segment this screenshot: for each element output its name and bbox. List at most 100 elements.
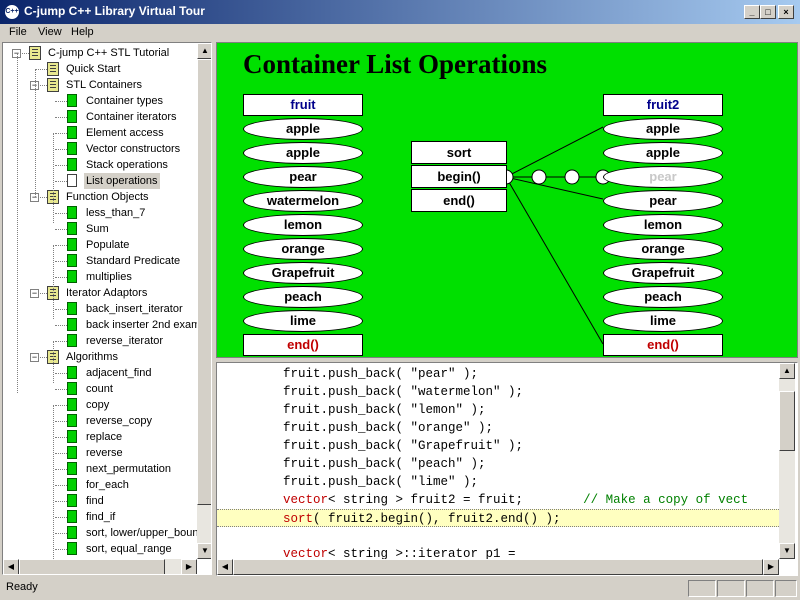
scroll-up-button[interactable]: ▲ (197, 43, 211, 59)
tree-connector (55, 229, 67, 230)
tree-vertical-scrollbar[interactable]: ▲ ▼ (197, 43, 211, 559)
close-button[interactable]: × (778, 5, 794, 19)
tree-connector (55, 501, 67, 502)
status-bar: Ready (0, 578, 800, 600)
page-icon (67, 142, 77, 155)
scroll-thumb[interactable] (197, 59, 211, 505)
scroll-right-button[interactable]: ▶ (763, 559, 779, 575)
tree-item-label: C-jump C++ STL Tutorial (48, 47, 170, 59)
tree-item-element-access[interactable]: Element access (3, 125, 197, 141)
tree-item-algorithms[interactable]: − Algorithms (3, 349, 197, 365)
tree-item-for-each[interactable]: for_each (3, 477, 197, 493)
tree-item-adjacent-find[interactable]: adjacent_find (3, 365, 197, 381)
code-horizontal-scrollbar[interactable]: ◀ ▶ (217, 559, 779, 575)
tree-item-populate[interactable]: Populate (3, 237, 197, 253)
minimize-button[interactable]: _ (744, 5, 760, 19)
tree-connector (55, 165, 67, 166)
tree-item-sort-equal-range[interactable]: sort, equal_range (3, 541, 197, 557)
tree-item-find-if[interactable]: find_if (3, 509, 197, 525)
tree-item-label: multiplies (86, 271, 132, 283)
menu-help[interactable]: Help (71, 26, 94, 38)
page-icon (67, 510, 77, 523)
tree-connector (55, 437, 67, 438)
tree-item-function-objects[interactable]: − Function Objects (3, 189, 197, 205)
tree-item-multiplies[interactable]: multiplies (3, 269, 197, 285)
tree-item-find[interactable]: find (3, 493, 197, 509)
begin-operation[interactable]: begin() (411, 165, 507, 188)
page-icon (67, 126, 77, 139)
tree-item-list-operations[interactable]: List operations (3, 173, 197, 189)
tree-item-reverse[interactable]: reverse (3, 445, 197, 461)
tree-item-label: less_than_7 (86, 207, 146, 219)
code-panel: fruit.push_back( "pear" ); fruit.push_bac… (216, 362, 798, 576)
tree-item-sum[interactable]: Sum (3, 221, 197, 237)
page-icon (67, 334, 77, 347)
tree-item-replace[interactable]: replace (3, 429, 197, 445)
code-line: fruit.push_back( "watermelon" ); (217, 383, 779, 401)
code-keyword: vector (283, 493, 329, 507)
maximize-button[interactable]: □ (760, 5, 776, 19)
collapse-icon[interactable]: − (30, 353, 39, 362)
code-line: vector< string > fruit2 = fruit; // Make… (217, 491, 779, 509)
code-keyword: vector (283, 547, 329, 559)
tree-item-label: count (86, 383, 113, 395)
tree-item-back-insert-iterator[interactable]: back_insert_iterator (3, 301, 197, 317)
tree-item-label: STL Containers (66, 79, 143, 91)
app-icon[interactable]: C++ (4, 4, 20, 20)
tree-item-c-jump-c-stl-tutorial[interactable]: − C-jump C++ STL Tutorial (3, 45, 197, 61)
tree-horizontal-scrollbar[interactable]: ◀ ▶ (3, 559, 197, 574)
tree-item-less-than-7[interactable]: less_than_7 (3, 205, 197, 221)
tree-item-label: Algorithms (66, 351, 118, 363)
tree-item-copy[interactable]: copy (3, 397, 197, 413)
tree-item-sort-lower-upper-boun[interactable]: sort, lower/upper_boun (3, 525, 197, 541)
status-pane (746, 580, 774, 597)
tree-item-reverse-iterator[interactable]: reverse_iterator (3, 333, 197, 349)
tree-item-container-types[interactable]: Container types (3, 93, 197, 109)
navigation-tree[interactable]: − C-jump C++ STL Tutorial Quick Start − STL … (3, 43, 197, 559)
scroll-thumb[interactable] (19, 559, 165, 574)
tree-connector (53, 133, 54, 223)
end-operation[interactable]: end() (411, 189, 507, 212)
menu-view[interactable]: View (38, 26, 62, 38)
tree-item-container-iterators[interactable]: Container iterators (3, 109, 197, 125)
tree-connector (55, 421, 67, 422)
code-comment: // Make a copy of vect (583, 493, 749, 507)
navigation-tree-panel: − C-jump C++ STL Tutorial Quick Start − STL … (2, 42, 212, 575)
tree-connector (55, 341, 67, 342)
tree-item-label: adjacent_find (86, 367, 152, 379)
tree-item-quick-start[interactable]: Quick Start (3, 61, 197, 77)
page-icon (67, 238, 77, 251)
list-element: apple (603, 118, 723, 140)
tree-item-stack-operations[interactable]: Stack operations (3, 157, 197, 173)
code-listing[interactable]: fruit.push_back( "pear" ); fruit.push_bac… (217, 363, 779, 559)
tree-item-next-permutation[interactable]: next_permutation (3, 461, 197, 477)
list-element: pear (603, 166, 723, 188)
collapse-icon[interactable]: − (30, 289, 39, 298)
scroll-up-button[interactable]: ▲ (779, 363, 795, 379)
menu-file[interactable]: File (9, 26, 27, 38)
code-text: fruit.push_back( "lime" ); (283, 475, 479, 489)
tree-item-iterator-adaptors[interactable]: − Iterator Adaptors (3, 285, 197, 301)
tree-item-label: find_if (86, 511, 116, 523)
tree-item-count[interactable]: count (3, 381, 197, 397)
scroll-right-button[interactable]: ▶ (181, 559, 197, 574)
scroll-down-button[interactable]: ▼ (779, 543, 795, 559)
tree-item-label: sort, equal_range (86, 543, 172, 555)
scroll-left-button[interactable]: ◀ (3, 559, 19, 574)
scroll-thumb[interactable] (779, 391, 795, 451)
container-header-fruit: fruit (243, 94, 363, 116)
sort-operation[interactable]: sort (411, 141, 507, 164)
tree-item-stl-containers[interactable]: − STL Containers (3, 77, 197, 93)
scroll-down-button[interactable]: ▼ (197, 543, 211, 559)
scroll-left-button[interactable]: ◀ (217, 559, 233, 575)
tree-item-reverse-copy[interactable]: reverse_copy (3, 413, 197, 429)
scroll-thumb[interactable] (233, 559, 763, 575)
tree-item-back-inserter-2nd-exam[interactable]: back inserter 2nd exam (3, 317, 197, 333)
tree-item-label: Vector constructors (86, 143, 181, 155)
tree-item-vector-constructors[interactable]: Vector constructors (3, 141, 197, 157)
size-grip[interactable] (775, 580, 797, 597)
code-line-highlighted: sort( fruit2.begin(), fruit2.end() ); (217, 509, 779, 527)
tree-item-label: reverse_iterator (86, 335, 164, 347)
code-vertical-scrollbar[interactable]: ▲ ▼ (779, 363, 795, 559)
tree-item-standard-predicate[interactable]: Standard Predicate (3, 253, 197, 269)
